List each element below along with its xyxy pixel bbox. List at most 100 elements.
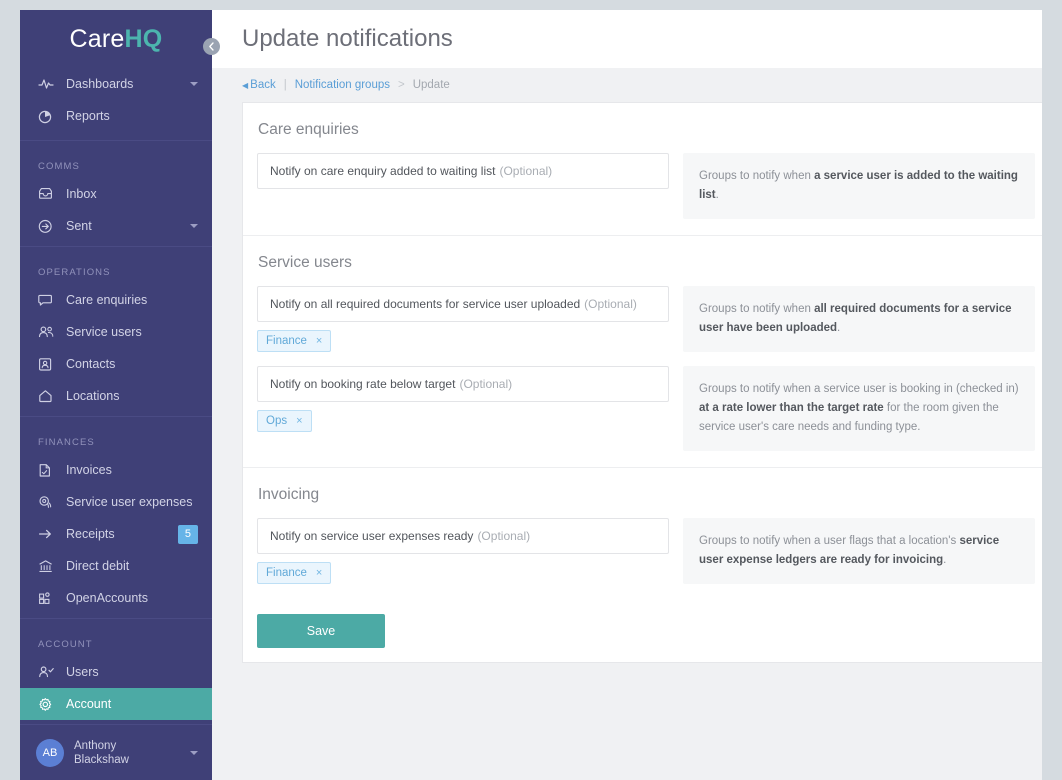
avatar: AB — [36, 738, 64, 767]
sidebar-item-label: Contacts — [66, 357, 116, 371]
users-icon — [38, 324, 57, 340]
sidebar-item-care-enquiries[interactable]: Care enquiries — [20, 284, 212, 316]
notify-service-user-expenses-ready-input[interactable]: Notify on service user expenses ready (O… — [257, 518, 669, 554]
section-service-users: Service users Notify on all required doc… — [243, 235, 1042, 467]
sidebar-item-label: OpenAccounts — [66, 591, 148, 605]
chevron-down-icon[interactable] — [190, 224, 198, 228]
tag-chip[interactable]: Ops × — [257, 410, 312, 432]
sidebar-item-contacts[interactable]: Contacts — [20, 348, 212, 380]
brand-care-text: Care — [69, 24, 125, 53]
breadcrumb-notification-groups-link[interactable]: Notification groups — [295, 79, 390, 91]
sidebar-collapse-button[interactable] — [203, 38, 220, 55]
notify-required-documents-input[interactable]: Notify on all required documents for ser… — [257, 286, 669, 322]
sidebar: Care HQ Dashboards Reports COMMS Inbox S… — [20, 10, 220, 780]
field-row: Notify on service user expenses ready (O… — [257, 518, 1035, 584]
nav-group-account: ACCOUNT Users Account — [20, 618, 212, 724]
field-label: Notify on service user expenses ready — [270, 529, 474, 543]
notify-booking-rate-below-target-input[interactable]: Notify on booking rate below target (Opt… — [257, 366, 669, 402]
chevron-down-icon[interactable] — [190, 82, 198, 86]
nav-group-operations: OPERATIONS Care enquiries Service users — [20, 246, 212, 416]
bank-icon — [38, 558, 57, 574]
breadcrumb: ◀ Back | Notification groups > Update — [212, 68, 1042, 102]
breadcrumb-separator: | — [283, 79, 287, 91]
sidebar-item-receipts[interactable]: Receipts 5 — [20, 518, 212, 550]
form-actions: Save — [243, 600, 1042, 662]
page-header: Update notifications — [212, 10, 1042, 68]
sidebar-item-label: Dashboards — [66, 77, 134, 91]
sidebar-item-label: Receipts — [66, 527, 115, 541]
grid-icon — [38, 590, 57, 606]
tag-chip[interactable]: Finance × — [257, 330, 332, 352]
desc-suffix: . — [715, 189, 719, 201]
sidebar-item-account[interactable]: Account — [20, 688, 212, 720]
tag-label: Finance — [266, 567, 307, 579]
sidebar-item-inbox[interactable]: Inbox — [20, 178, 212, 210]
field-label: Notify on booking rate below target — [270, 377, 456, 391]
user-check-icon — [38, 664, 57, 680]
sidebar-item-invoices[interactable]: Invoices — [20, 454, 212, 486]
nav-group-label: FINANCES — [38, 437, 95, 448]
close-icon[interactable]: × — [316, 567, 322, 579]
nav-group-finances: FINANCES Invoices Service user expenses — [20, 416, 212, 618]
sidebar-item-label: Users — [66, 665, 99, 679]
field-left: Notify on service user expenses ready (O… — [257, 518, 669, 584]
sidebar-item-reports[interactable]: Reports — [20, 100, 212, 132]
brand-hq-text: HQ — [124, 24, 163, 53]
breadcrumb-current: Update — [412, 79, 450, 91]
chevron-down-icon[interactable] — [190, 750, 198, 755]
field-left: Notify on booking rate below target (Opt… — [257, 366, 669, 432]
tag-chip[interactable]: Finance × — [257, 562, 332, 584]
sidebar-item-service-users[interactable]: Service users — [20, 316, 212, 348]
breadcrumb-chevron: > — [397, 79, 405, 91]
close-icon[interactable]: × — [316, 335, 322, 347]
field-row: Notify on all required documents for ser… — [257, 286, 1035, 352]
desc-prefix: Groups to notify when a user flags that … — [699, 535, 960, 547]
notify-care-enquiry-waiting-list-input[interactable]: Notify on care enquiry added to waiting … — [257, 153, 669, 189]
sidebar-item-label: Reports — [66, 109, 110, 123]
field-left: Notify on all required documents for ser… — [257, 286, 669, 352]
section-title: Service users — [258, 254, 352, 271]
field-row: Notify on care enquiry added to waiting … — [257, 153, 1035, 219]
field-left: Notify on care enquiry added to waiting … — [257, 153, 669, 189]
sidebar-item-label: Locations — [66, 389, 120, 403]
field-description: Groups to notify when a user flags that … — [683, 518, 1035, 584]
field-description: Groups to notify when all required docum… — [683, 286, 1035, 352]
section-invoicing: Invoicing Notify on service user expense… — [243, 467, 1042, 600]
sidebar-item-label: Service users — [66, 325, 142, 339]
coins-icon — [38, 494, 57, 510]
field-optional-hint: (Optional) — [584, 297, 637, 311]
sidebar-item-label: Account — [66, 697, 112, 711]
sidebar-item-dashboards[interactable]: Dashboards — [20, 68, 212, 100]
activity-icon — [38, 76, 57, 92]
save-button[interactable]: Save — [257, 614, 385, 648]
field-description: Groups to notify when a service user is … — [683, 366, 1035, 451]
tag-label: Ops — [266, 415, 288, 427]
sidebar-nav: Dashboards Reports COMMS Inbox Sent OPER… — [20, 68, 212, 724]
nav-group-label: COMMS — [38, 161, 80, 172]
sidebar-item-service-user-expenses[interactable]: Service user expenses — [20, 486, 212, 518]
inbox-icon — [38, 186, 57, 202]
sidebar-badge-receipts: 5 — [177, 524, 198, 544]
sidebar-item-openaccounts[interactable]: OpenAccounts — [20, 582, 212, 614]
brand-logo[interactable]: Care HQ — [20, 10, 212, 68]
pie-chart-icon — [38, 108, 57, 124]
field-optional-hint: (Optional) — [499, 164, 553, 178]
sidebar-item-sent[interactable]: Sent — [20, 210, 212, 242]
tag-list: Finance × — [257, 330, 669, 352]
desc-suffix: . — [943, 554, 947, 566]
home-icon — [38, 388, 57, 404]
contact-card-icon — [38, 356, 57, 372]
breadcrumb-back-link[interactable]: Back — [250, 79, 276, 91]
desc-prefix: Groups to notify when — [699, 170, 815, 182]
sidebar-user-menu[interactable]: AB Anthony Blackshaw — [20, 724, 212, 780]
sidebar-item-direct-debit[interactable]: Direct debit — [20, 550, 212, 582]
sidebar-item-users[interactable]: Users — [20, 656, 212, 688]
close-icon[interactable]: × — [296, 415, 302, 427]
field-label: Notify on care enquiry added to waiting … — [270, 164, 496, 178]
section-title: Invoicing — [258, 486, 320, 503]
user-first-name: Anthony — [74, 739, 117, 752]
content-scroll: Care enquiries Notify on care enquiry ad… — [212, 102, 1042, 780]
send-circle-icon — [38, 218, 57, 234]
desc-suffix: . — [837, 322, 841, 334]
sidebar-item-locations[interactable]: Locations — [20, 380, 212, 412]
